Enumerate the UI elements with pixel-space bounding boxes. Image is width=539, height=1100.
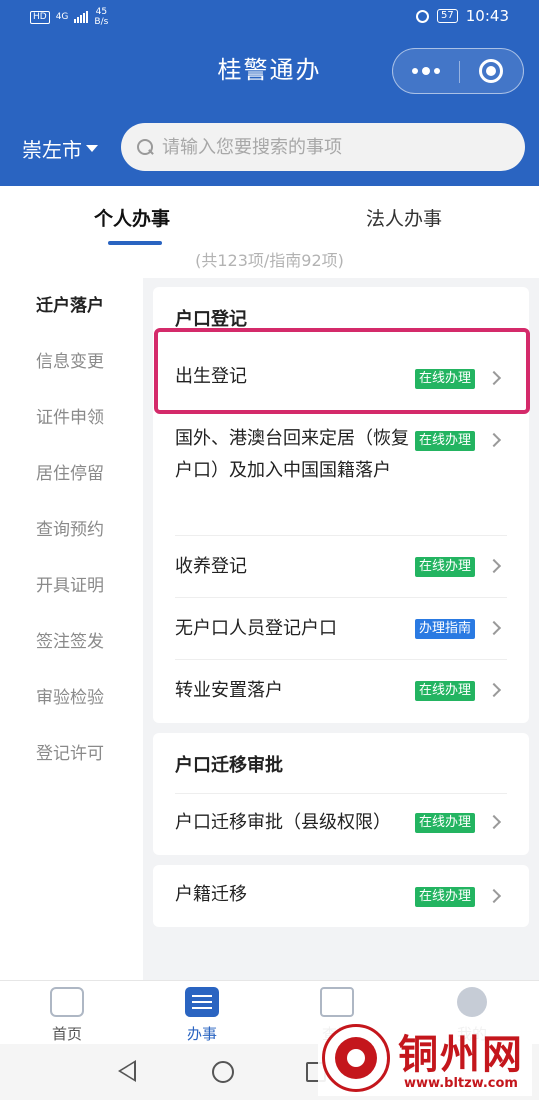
list-item[interactable]: 国外、港澳台回来定居（恢复户口）及加入中国国籍落户 在线办理 xyxy=(153,415,529,535)
more-icon[interactable] xyxy=(393,49,459,93)
card-migration-approval: 户口迁移审批 户口迁移审批（县级权限） 在线办理 xyxy=(153,733,529,855)
list-item[interactable]: 转业安置落户 在线办理 xyxy=(153,661,529,721)
card-household-transfer: 户籍迁移 在线办理 xyxy=(153,865,529,927)
list-item[interactable]: 户籍迁移 在线办理 xyxy=(153,865,529,927)
list-item[interactable]: 户口迁移审批（县级权限） 在线办理 xyxy=(153,795,529,855)
alarm-icon xyxy=(416,9,430,23)
divider xyxy=(175,793,507,794)
item-label: 无户口人员登记户口 xyxy=(175,618,337,639)
status-badge: 办理指南 xyxy=(415,619,476,639)
list-item[interactable]: 无户口人员登记户口 办理指南 xyxy=(153,599,529,659)
chevron-right-icon xyxy=(486,558,502,574)
divider xyxy=(175,597,507,598)
chevron-right-icon xyxy=(486,620,502,636)
watermark: 铜州网 www.bltzw.com xyxy=(318,1020,532,1096)
signal-icon xyxy=(74,11,89,23)
caret-down-icon xyxy=(86,145,98,152)
mini-program-capsule xyxy=(392,48,524,94)
services-icon xyxy=(185,987,219,1017)
list-item[interactable]: 收养登记 在线办理 xyxy=(153,537,529,597)
status-badge: 在线办理 xyxy=(415,681,476,701)
tab-bar: 个人办事 法人办事 xyxy=(0,186,539,250)
battery-icon: 57 xyxy=(437,9,458,23)
query-icon xyxy=(320,987,354,1017)
profile-icon xyxy=(457,987,487,1017)
card-title: 户口迁移审批 xyxy=(175,755,283,776)
active-tab-indicator xyxy=(108,241,162,245)
status-badge: 在线办理 xyxy=(415,887,476,907)
city-label: 崇左市 xyxy=(22,138,82,162)
sidebar-item-proof[interactable]: 开具证明 xyxy=(0,558,143,614)
category-sidebar: 迁户落户 信息变更 证件申领 居住停留 查询预约 开具证明 签注签发 审验检验 … xyxy=(0,278,143,980)
sidebar-item-info-change[interactable]: 信息变更 xyxy=(0,334,143,390)
watermark-name: 铜州网 xyxy=(398,1031,524,1078)
home-icon xyxy=(50,987,84,1017)
network-label: 4G xyxy=(55,12,69,22)
item-label: 国外、港澳台回来定居（恢复户口）及加入中国国籍落户 xyxy=(175,428,409,481)
sidebar-item-endorsement[interactable]: 签注签发 xyxy=(0,614,143,670)
item-count: (共123项/指南92项) xyxy=(0,250,539,278)
status-badge: 在线办理 xyxy=(415,431,476,451)
watermark-logo-icon xyxy=(322,1024,390,1092)
search-bar[interactable] xyxy=(121,123,525,171)
sidebar-item-license[interactable]: 登记许可 xyxy=(0,726,143,782)
back-icon[interactable] xyxy=(118,1060,136,1082)
status-bar: HD 4G 45 B/s 57 10:43 xyxy=(0,0,539,36)
item-label: 户籍迁移 xyxy=(175,884,247,905)
capsule-divider xyxy=(459,61,460,83)
search-input[interactable] xyxy=(162,136,492,158)
clock: 10:43 xyxy=(465,7,509,25)
app-header: HD 4G 45 B/s 57 10:43 桂警通办 崇左市 xyxy=(0,0,539,186)
chevron-right-icon xyxy=(486,888,502,904)
tab-legal[interactable]: 法人办事 xyxy=(366,204,442,231)
sidebar-item-certificate[interactable]: 证件申领 xyxy=(0,390,143,446)
nav-label: 办事 xyxy=(186,1025,217,1043)
tab-personal[interactable]: 个人办事 xyxy=(94,204,170,231)
sidebar-item-inspection[interactable]: 审验检验 xyxy=(0,670,143,726)
chevron-right-icon xyxy=(486,814,502,830)
divider xyxy=(175,659,507,660)
chevron-right-icon xyxy=(486,682,502,698)
item-label: 收养登记 xyxy=(175,556,247,577)
divider xyxy=(175,535,507,536)
sidebar-item-residence[interactable]: 居住停留 xyxy=(0,446,143,502)
search-icon xyxy=(137,138,154,156)
close-mini-program-icon[interactable] xyxy=(479,59,503,83)
chevron-right-icon xyxy=(486,432,502,448)
network-speed: 45 B/s xyxy=(94,7,109,27)
highlight-frame xyxy=(154,328,530,414)
sidebar-item-migration[interactable]: 迁户落户 xyxy=(0,278,143,334)
home-button-icon[interactable] xyxy=(212,1061,234,1083)
status-badge: 在线办理 xyxy=(415,813,476,833)
nav-services[interactable]: 办事 xyxy=(147,981,257,1045)
sidebar-item-query[interactable]: 查询预约 xyxy=(0,502,143,558)
watermark-url: www.bltzw.com xyxy=(404,1076,518,1091)
item-label: 户口迁移审批（县级权限） xyxy=(175,812,391,833)
city-selector[interactable]: 崇左市 xyxy=(22,134,98,163)
nav-label: 首页 xyxy=(51,1025,82,1043)
status-badge: 在线办理 xyxy=(415,557,476,577)
nav-home[interactable]: 首页 xyxy=(12,981,122,1045)
item-label: 转业安置落户 xyxy=(175,680,283,701)
hd-indicator: HD xyxy=(30,10,50,24)
